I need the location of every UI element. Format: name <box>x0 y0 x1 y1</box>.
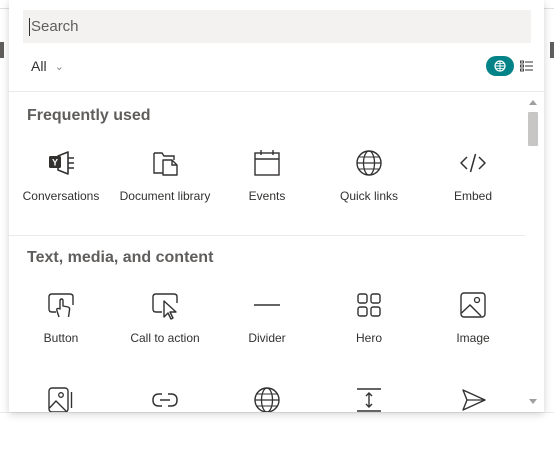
divider-line-icon <box>254 304 280 306</box>
globe-icon <box>254 387 280 412</box>
image-icon <box>460 292 486 318</box>
background-page-border <box>0 412 554 413</box>
webpart-toolbox-panel: All ⌄ Frequently used <box>9 0 544 412</box>
spacer-icon <box>357 388 381 412</box>
section-title-frequently-used: Frequently used <box>27 107 151 124</box>
webpart-label: Conversations <box>22 189 100 203</box>
chevron-down-icon: ⌄ <box>54 60 64 73</box>
webpart-send[interactable] <box>423 385 523 412</box>
vertical-scrollbar[interactable] <box>525 92 544 412</box>
svg-text:Y: Y <box>52 158 58 168</box>
text-caret <box>29 18 30 36</box>
background-page-fragment <box>0 42 4 58</box>
category-filter-dropdown[interactable]: All ⌄ <box>31 56 64 76</box>
webpart-image[interactable]: Image <box>423 290 523 347</box>
webpart-image-gallery[interactable] <box>11 385 111 412</box>
call-to-action-icon <box>152 293 178 320</box>
webpart-button[interactable]: Button <box>11 290 111 347</box>
scroll-down-arrow-icon[interactable] <box>529 399 537 404</box>
webpart-label: Embed <box>453 189 493 203</box>
webpart-site-activity[interactable] <box>217 385 317 412</box>
image-gallery-icon <box>48 387 73 412</box>
webpart-label: Button <box>43 331 79 345</box>
link-icon <box>152 393 178 407</box>
webpart-label: Call to action <box>130 331 200 345</box>
webpart-list: Frequently used Y Conversations Document… <box>9 92 525 412</box>
grid-view-button[interactable] <box>486 56 514 76</box>
webpart-spacer[interactable] <box>319 385 419 412</box>
send-icon <box>462 389 486 411</box>
webpart-divider[interactable]: Divider <box>217 290 317 347</box>
document-library-icon <box>153 152 178 176</box>
webpart-label: Quick links <box>339 189 398 203</box>
webpart-hero[interactable]: Hero <box>319 290 419 347</box>
webpart-label: Events <box>248 189 286 203</box>
webpart-link[interactable] <box>115 385 215 412</box>
webpart-embed[interactable]: Embed <box>423 148 523 205</box>
section-divider <box>9 235 525 236</box>
list-view-icon <box>519 60 533 72</box>
grid-view-icon <box>494 60 506 72</box>
background-page-fragment <box>550 42 554 58</box>
scroll-up-arrow-icon[interactable] <box>529 100 537 105</box>
search-input[interactable] <box>29 17 525 36</box>
globe-icon <box>356 150 382 176</box>
webpart-call-to-action[interactable]: Call to action <box>115 290 215 347</box>
button-tap-icon <box>48 293 74 318</box>
calendar-icon <box>254 150 280 176</box>
webpart-label: Image <box>456 331 490 345</box>
hero-grid-icon <box>357 293 381 317</box>
search-box[interactable] <box>23 10 531 43</box>
webpart-events[interactable]: Events <box>217 148 317 205</box>
webpart-document-library[interactable]: Document library <box>115 148 215 205</box>
view-toggle <box>486 56 534 76</box>
category-filter-label: All <box>31 58 47 74</box>
section-title-text-media-content: Text, media, and content <box>27 249 214 266</box>
webpart-quick-links[interactable]: Quick links <box>319 148 419 205</box>
webpart-label: Hero <box>355 331 382 345</box>
list-view-button[interactable] <box>518 58 534 74</box>
scrollbar-thumb[interactable] <box>528 112 538 146</box>
yammer-conversations-icon: Y <box>49 151 74 175</box>
webpart-conversations[interactable]: Y Conversations <box>11 148 111 205</box>
webpart-label: Divider <box>248 331 286 345</box>
webpart-label: Document library <box>119 189 211 203</box>
code-icon <box>460 153 486 173</box>
